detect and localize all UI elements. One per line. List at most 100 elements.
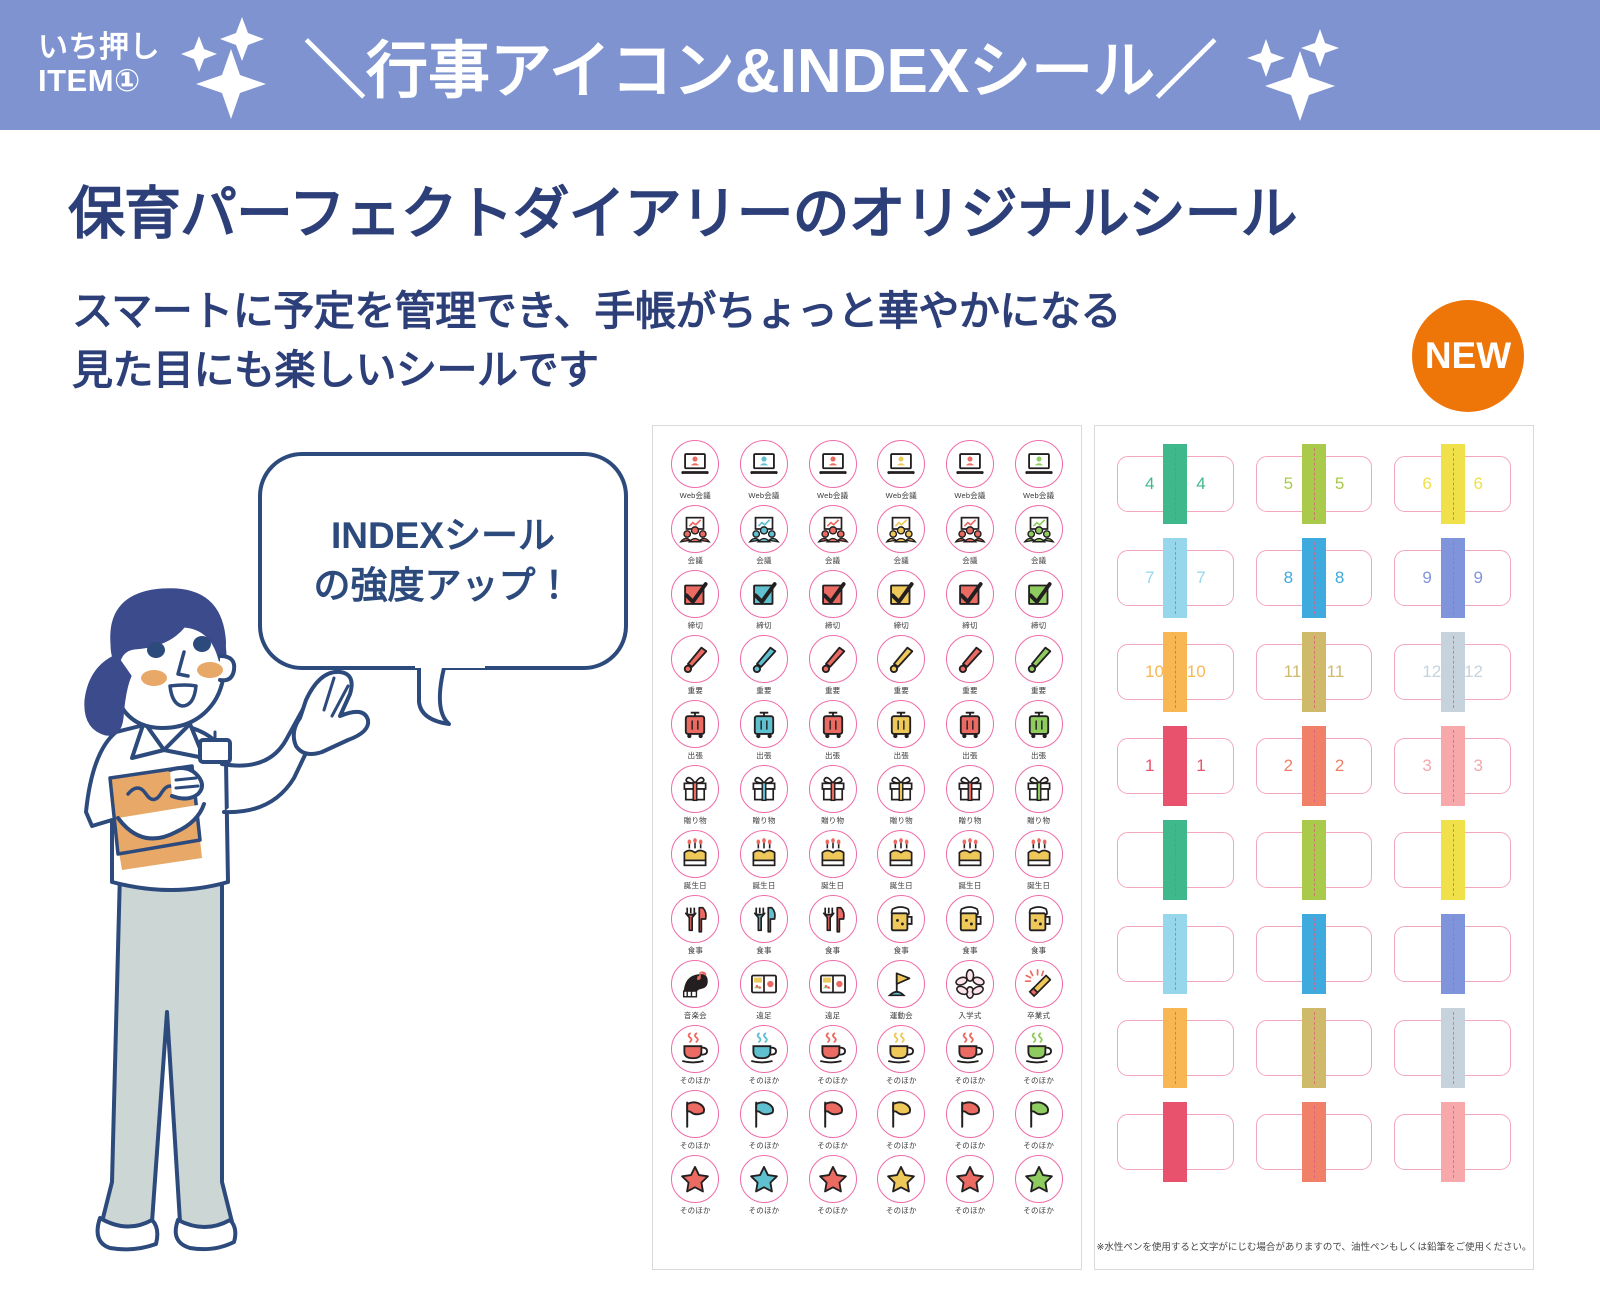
- sticker-icon-label: そのほか: [954, 1141, 986, 1150]
- gift-icon: [877, 765, 926, 813]
- laptop-icon: [739, 440, 788, 488]
- index-tab-fold-line: [1452, 542, 1454, 614]
- index-tab-cell: 88: [1250, 538, 1379, 618]
- index-tab-cell: [1250, 1008, 1379, 1088]
- slash-open: ＼: [304, 37, 367, 106]
- sticker-icon-cell: 誕生日: [936, 830, 1005, 894]
- sticker-icon-cell: 重要: [661, 635, 730, 699]
- sticker-icon-cell: そのほか: [1004, 1025, 1073, 1089]
- index-tab-number-left: 10: [1145, 662, 1164, 681]
- sticker-icon-label: 食事: [962, 946, 978, 955]
- cup-icon: [671, 1025, 720, 1073]
- sticker-icon-label: 入学式: [958, 1011, 982, 1020]
- sticker-icon-cell: 贈り物: [661, 765, 730, 829]
- laptop-icon: [671, 440, 720, 488]
- gift-icon: [1014, 765, 1063, 813]
- index-tab-cell: [1388, 1008, 1517, 1088]
- sticker-icon-label: 会議: [824, 556, 841, 565]
- sticker-icon-cell: 遠足: [798, 960, 867, 1024]
- sticker-icon-label: そのほか: [817, 1206, 849, 1215]
- index-tab-number-right: 2: [1334, 756, 1345, 775]
- sticker-icon-cell: Web会議: [867, 440, 936, 504]
- sticker-icon-cell: 会議: [936, 505, 1005, 569]
- index-tab-number-left: 8: [1283, 568, 1294, 587]
- meeting-icon: [945, 505, 994, 553]
- sticker-icon-label: 重要: [824, 686, 841, 695]
- star-icon: [808, 1155, 857, 1203]
- index-tab-cell: [1250, 820, 1379, 900]
- mixed-meal-icon: [945, 895, 994, 943]
- sticker-icon-label: そのほか: [1023, 1141, 1055, 1150]
- index-tab-cell: [1388, 914, 1517, 994]
- index-tab-number-left: 5: [1283, 474, 1294, 493]
- sticker-icon-label: 贈り物: [889, 816, 913, 825]
- sticker-icon-label: 卒業式: [1027, 1011, 1051, 1020]
- index-tab-number-right: 11: [1326, 662, 1345, 681]
- sticker-icon-cell: 誕生日: [730, 830, 799, 894]
- suitcase-icon: [1014, 700, 1063, 748]
- exclaim-icon: [739, 635, 788, 683]
- cake-icon: [1014, 830, 1063, 878]
- sticker-icon-cell: そのほか: [730, 1025, 799, 1089]
- index-tab-number-right: 9: [1473, 568, 1483, 587]
- cake-icon: [877, 830, 926, 878]
- sticker-icon-label: 食事: [893, 946, 910, 955]
- flag-icon: [808, 1090, 857, 1138]
- sticker-icon-cell: 食事: [1004, 895, 1073, 959]
- exclaim-icon: [671, 635, 720, 683]
- index-tab-fold-line: [1452, 1012, 1454, 1084]
- sticker-icon-label: そのほか: [954, 1076, 986, 1085]
- index-tab-cell: [1250, 914, 1379, 994]
- main-headline: 保育パーフェクトダイアリーのオリジナルシール: [68, 182, 1298, 246]
- index-tab-number-left: 7: [1145, 568, 1155, 587]
- check-icon: [671, 570, 720, 618]
- sticker-icon-cell: 出張: [867, 700, 936, 764]
- mixed-meal-icon: [671, 895, 720, 943]
- index-tab-cell: 55: [1250, 444, 1379, 524]
- sticker-icon-label: そのほか: [679, 1141, 711, 1150]
- main-subheadline: スマートに予定を管理でき、手帳がちょっと華やかになる 見た目にも楽しいシールです: [72, 282, 1121, 401]
- sticker-icon-cell: 贈り物: [936, 765, 1005, 829]
- sticker-icon-label: Web会議: [885, 491, 917, 500]
- sticker-icon-cell: 音楽会: [661, 960, 730, 1024]
- sticker-icon-label: 出張: [962, 751, 978, 760]
- index-tab-fold-line: [1175, 1106, 1177, 1178]
- meeting-icon: [808, 505, 857, 553]
- sticker-icon-label: Web会議: [748, 491, 780, 500]
- sticker-icon-cell: 重要: [867, 635, 936, 699]
- sticker-icon-label: 重要: [687, 686, 704, 695]
- subheadline-line1: スマートに予定を管理でき、手帳がちょっと華やかになる: [72, 288, 1121, 334]
- sticker-icon-label: 重要: [962, 686, 978, 695]
- index-tab-number-right: 8: [1334, 568, 1345, 587]
- index-sticker-sheet: 4 4 5 5 6 6 7 7 8 8 9 9 10 10 11 11 12 12 1 1 2 2 3 3 ※水性ペンを使用す…: [1094, 425, 1534, 1270]
- sticker-icon-label: Web会議: [817, 491, 849, 500]
- sticker-icon-label: 贈り物: [683, 816, 707, 825]
- sticker-icon-label: 締切: [893, 621, 910, 630]
- header-item-badge: いち押し ITEM①: [38, 32, 160, 98]
- exclaim-icon: [945, 635, 994, 683]
- sticker-icon-cell: 贈り物: [730, 765, 799, 829]
- sticker-icon-cell: 重要: [798, 635, 867, 699]
- sticker-icon-cell: そのほか: [798, 1155, 867, 1219]
- index-tab-number-left: 6: [1422, 474, 1432, 493]
- events-icon: [945, 960, 994, 1008]
- sticker-icon-cell: Web会議: [661, 440, 730, 504]
- index-sheet-note: ※水性ペンを使用すると文字がにじむ場合がありますので、油性ペンもしくは鉛筆をご使…: [1096, 1242, 1532, 1253]
- sticker-icon-label: 誕生日: [752, 881, 776, 890]
- sticker-icon-cell: そのほか: [730, 1155, 799, 1219]
- index-tab-number-right: 5: [1334, 474, 1345, 493]
- index-tab-fold-line: [1313, 730, 1315, 802]
- meeting-icon: [739, 505, 788, 553]
- sticker-icon-cell: 出張: [936, 700, 1005, 764]
- events-icon: [808, 960, 857, 1008]
- sticker-icon-cell: 重要: [730, 635, 799, 699]
- sticker-icon-label: そのほか: [748, 1141, 780, 1150]
- sticker-icon-cell: そのほか: [936, 1155, 1005, 1219]
- sticker-icon-label: 運動会: [889, 1011, 913, 1020]
- cake-icon: [739, 830, 788, 878]
- sticker-icon-cell: 締切: [798, 570, 867, 634]
- index-tab-fold-line: [1175, 730, 1177, 802]
- sticker-icon-cell: 誕生日: [1004, 830, 1073, 894]
- sticker-icon-label: 贈り物: [1027, 816, 1051, 825]
- index-tab-fold-line: [1175, 636, 1177, 708]
